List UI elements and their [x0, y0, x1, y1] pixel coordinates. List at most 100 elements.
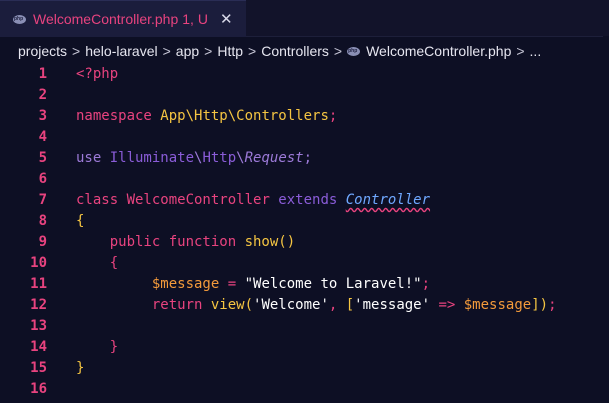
code-line[interactable]: 5 use Illuminate\Http\Request; [0, 148, 609, 169]
code-token: return [76, 297, 211, 313]
php-file-icon [13, 14, 26, 24]
breadcrumb-item[interactable]: ... [530, 43, 542, 59]
breadcrumb-item[interactable]: Http [217, 43, 243, 59]
code-token: 'message' [354, 297, 431, 313]
code-line[interactable]: 7 class WelcomeController extends Control… [0, 190, 609, 211]
line-number: 16 [30, 381, 47, 397]
breadcrumb: projects > helo-laravel > app > Http > Controlle… [18, 40, 541, 62]
code-token: Request [244, 150, 304, 166]
code-token: <?php [76, 66, 119, 82]
code-line[interactable]: 1 <?php [0, 64, 609, 85]
line-number: 4 [38, 129, 47, 145]
code-token: => [430, 297, 464, 313]
code-token: 'Welcome' [253, 297, 329, 313]
breadcrumb-separator: > [516, 43, 525, 59]
code-line[interactable]: 10 { [0, 253, 609, 274]
code-token: Controller [345, 192, 431, 208]
code-line[interactable]: 9 public function show() [0, 232, 609, 253]
line-number: 1 [38, 66, 47, 82]
code-token: , [328, 297, 346, 313]
code-text: namespace App\Http\Controllers; [76, 106, 337, 127]
breadcrumb-separator: > [72, 43, 81, 59]
line-number: 13 [30, 318, 47, 334]
code-line[interactable]: 14 } [0, 337, 609, 358]
breadcrumb-item[interactable]: projects [18, 43, 67, 59]
tab-filename: WelcomeController.php [33, 11, 179, 27]
code-line[interactable]: 8{ [0, 211, 609, 232]
code-token: } [76, 339, 119, 355]
code-token: { [76, 213, 85, 229]
code-line[interactable]: 4 [0, 127, 609, 148]
code-token: \ [236, 150, 245, 166]
vertical-scrollbar[interactable] [603, 36, 609, 403]
line-number: 10 [30, 255, 47, 271]
tab-bar: WelcomeController.php 1, U ✕ [0, 0, 609, 37]
code-line[interactable]: 2 [0, 85, 609, 106]
tab-welcome-controller[interactable]: WelcomeController.php 1, U ✕ [0, 0, 246, 37]
code-text: { [76, 253, 118, 274]
code-line[interactable]: 16 [0, 379, 609, 400]
breadcrumb-separator: > [162, 43, 171, 59]
code-token: } [76, 360, 85, 376]
code-line[interactable]: 11 $message = "Welcome to Laravel!"; [0, 274, 609, 295]
code-line[interactable]: 3 namespace App\Http\Controllers; [0, 106, 609, 127]
line-number: 7 [38, 192, 47, 208]
code-token: class [76, 192, 127, 208]
code-token: ; [328, 108, 338, 124]
line-number: 8 [38, 213, 47, 229]
breadcrumb-item[interactable]: WelcomeController.php [366, 43, 511, 59]
line-number: 15 [30, 360, 47, 376]
code-token: $message [463, 297, 532, 313]
code-text: } [76, 337, 118, 358]
code-line[interactable]: 12 return view('Welcome', ['message' => … [0, 295, 609, 316]
line-number: 2 [38, 87, 47, 103]
code-token: public function [76, 234, 245, 250]
code-token: WelcomeController [126, 192, 279, 208]
code-token: Http [202, 150, 237, 166]
code-token: $message [76, 276, 220, 292]
code-token: ; [548, 297, 557, 313]
line-number: 11 [30, 276, 47, 292]
code-text: return view('Welcome', ['message' => $me… [76, 295, 557, 316]
code-token: App\Http\Controllers [160, 108, 329, 124]
code-token: [ [345, 297, 355, 313]
code-text: } [76, 358, 84, 379]
line-number: 14 [30, 339, 47, 355]
code-text: <?php [76, 64, 118, 85]
code-token: ] [531, 297, 540, 313]
code-token: view [210, 297, 245, 313]
code-token: Illuminate [109, 150, 195, 166]
code-text: { [76, 211, 84, 232]
code-editor[interactable]: 1 <?php 2 3 namespace App\Http\Controllers; 4… [0, 64, 609, 403]
breadcrumb-separator: > [333, 43, 343, 59]
code-token: ; [303, 150, 313, 166]
code-token: "Welcome to Laravel!" [244, 276, 422, 292]
breadcrumb-item[interactable]: Controllers [261, 43, 329, 59]
tab-status: 1, U [182, 11, 208, 27]
code-token: use [76, 150, 110, 166]
code-token: ; [421, 276, 431, 292]
line-number: 12 [30, 297, 47, 313]
code-line[interactable]: 15} [0, 358, 609, 379]
code-token: extends [278, 192, 346, 208]
breadcrumb-item[interactable]: helo-laravel [85, 43, 157, 59]
breadcrumb-separator: > [248, 43, 257, 59]
breadcrumb-separator: > [204, 43, 213, 59]
code-token: show [244, 234, 279, 250]
php-file-icon [347, 46, 361, 56]
code-text: public function show() [76, 232, 295, 253]
code-line[interactable]: 6 [0, 169, 609, 190]
code-token: = [219, 276, 245, 292]
code-token: ) [539, 297, 549, 313]
line-number: 9 [38, 234, 47, 250]
breadcrumb-item[interactable]: app [176, 43, 199, 59]
code-text: class WelcomeController extends Controll… [76, 190, 430, 211]
code-token: { [76, 255, 119, 271]
code-token: () [278, 234, 296, 250]
line-number: 6 [38, 171, 47, 187]
close-icon[interactable]: ✕ [220, 10, 233, 28]
code-text: $message = "Welcome to Laravel!"; [76, 274, 430, 295]
line-number: 3 [38, 108, 47, 124]
code-line[interactable]: 13 [0, 316, 609, 337]
code-token: ( [244, 297, 254, 313]
